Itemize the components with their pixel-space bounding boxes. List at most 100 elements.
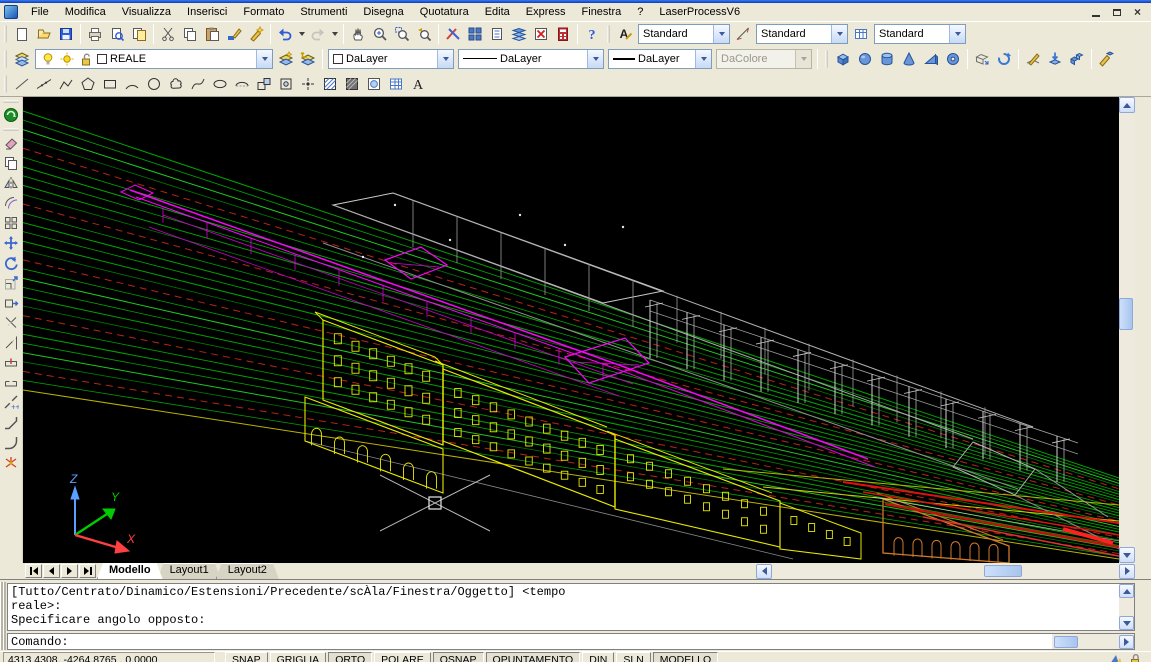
command-input-line[interactable]: Comando: [7, 633, 1135, 650]
design-center-button[interactable] [464, 23, 486, 45]
restore-button[interactable] [1109, 6, 1124, 19]
toolbar-grip[interactable] [3, 128, 19, 131]
ellipse-arc-button[interactable] [231, 73, 253, 95]
new-file-button[interactable] [11, 23, 33, 45]
dropdown-arrow-icon[interactable] [949, 25, 965, 43]
polyline-button[interactable] [55, 73, 77, 95]
publish-button[interactable] [128, 23, 150, 45]
redo-dropdown-button[interactable] [329, 23, 340, 45]
rectangle-button[interactable] [99, 73, 121, 95]
cone-button[interactable] [898, 48, 920, 70]
lock-icon[interactable] [1127, 652, 1143, 662]
zoom-realtime-button[interactable] [369, 23, 391, 45]
tab-modello[interactable]: Modello [97, 563, 163, 579]
dropdown-arrow-icon[interactable] [695, 50, 711, 68]
toggle-griglia[interactable]: GRIGLIA [270, 652, 327, 662]
menu-express[interactable]: Express [518, 4, 574, 20]
print-preview-button[interactable] [106, 23, 128, 45]
undo-button[interactable] [274, 23, 296, 45]
toggle-polare[interactable]: POLARE [374, 652, 431, 662]
arc-button[interactable] [121, 73, 143, 95]
text-style-combo[interactable]: Standard [638, 24, 730, 44]
3d-align-button[interactable] [1066, 48, 1088, 70]
redo-button[interactable] [307, 23, 329, 45]
menu-formato[interactable]: Formato [235, 4, 292, 20]
toolbar-grip[interactable] [4, 75, 7, 93]
trim-button[interactable] [1, 313, 22, 333]
minimize-button[interactable] [1088, 6, 1103, 19]
copy-object-button[interactable] [1, 153, 22, 173]
torus-button[interactable] [942, 48, 964, 70]
quick-calc-button[interactable] [552, 23, 574, 45]
sheet-set-manager-button[interactable] [508, 23, 530, 45]
scroll-up-button[interactable] [1119, 97, 1135, 113]
menu-disegna[interactable]: Disegna [355, 4, 411, 20]
move-button[interactable] [1, 233, 22, 253]
orbit-button[interactable] [1, 105, 22, 125]
zoom-window-button[interactable] [391, 23, 413, 45]
layers-button[interactable] [11, 48, 33, 70]
lineweight-combo[interactable]: DaLayer [608, 49, 712, 69]
tab-next-button[interactable] [61, 564, 78, 578]
tab-last-button[interactable] [79, 564, 96, 578]
command-scroll-down[interactable] [1119, 616, 1134, 630]
ellipse-button[interactable] [209, 73, 231, 95]
dropdown-arrow-icon[interactable] [256, 50, 272, 68]
command-history[interactable]: [Tutto/Centrato/Dinamico/Estensioni/Prec… [7, 583, 1135, 631]
chamfer-button[interactable] [1, 413, 22, 433]
command-vscrollbar[interactable] [1119, 584, 1134, 630]
offset-button[interactable] [1, 193, 22, 213]
toggle-orto[interactable]: ORTO [328, 652, 372, 662]
menu-visualizza[interactable]: Visualizza [114, 4, 179, 20]
horizontal-scrollbar[interactable] [756, 564, 1135, 579]
point-button[interactable] [297, 73, 319, 95]
scroll-right-button[interactable] [1119, 564, 1135, 579]
polysolid-button[interactable] [971, 48, 993, 70]
break-at-point-button[interactable] [1, 353, 22, 373]
linetype-combo[interactable]: DaLayer [458, 49, 604, 69]
text-style-button[interactable]: A [614, 23, 636, 45]
toolbar-grip[interactable] [825, 50, 828, 68]
revision-cloud-button[interactable] [165, 73, 187, 95]
menu-file[interactable]: File [23, 4, 57, 20]
slice-button[interactable] [1022, 48, 1044, 70]
multiline-text-button[interactable]: A [407, 73, 429, 95]
scroll-thumb[interactable] [1119, 298, 1133, 330]
layer-combo[interactable]: REALE [35, 49, 273, 69]
wedge-button[interactable] [920, 48, 942, 70]
3d-rotate-button[interactable] [993, 48, 1015, 70]
tab-layout1[interactable]: Layout1 [158, 563, 221, 579]
solid-edit-button[interactable] [1095, 48, 1117, 70]
command-hscrollbar[interactable] [1052, 634, 1134, 649]
table-style-button[interactable] [850, 23, 872, 45]
command-hscroll-thumb[interactable] [1054, 636, 1078, 648]
dropdown-arrow-icon[interactable] [437, 50, 453, 68]
mirror-button[interactable] [1, 173, 22, 193]
match-properties-button[interactable] [223, 23, 245, 45]
insert-block-button[interactable] [253, 73, 275, 95]
vertical-scrollbar[interactable] [1119, 97, 1135, 563]
print-button[interactable] [84, 23, 106, 45]
menu-strumenti[interactable]: Strumenti [292, 4, 355, 20]
polygon-button[interactable] [77, 73, 99, 95]
open-file-button[interactable] [33, 23, 55, 45]
annotation-scale-icon[interactable] [1108, 652, 1124, 662]
dim-style-combo[interactable]: Standard [756, 24, 848, 44]
break-button[interactable] [1, 373, 22, 393]
dim-style-button[interactable] [732, 23, 754, 45]
drawing-area[interactable]: ZYX [23, 97, 1135, 563]
construction-line-button[interactable] [33, 73, 55, 95]
table-button[interactable] [385, 73, 407, 95]
press-pull-button[interactable] [1044, 48, 1066, 70]
drawing-canvas[interactable]: ZYX [23, 97, 1119, 563]
markup-set-manager-button[interactable] [530, 23, 552, 45]
layer-previous-button[interactable] [297, 48, 319, 70]
layer-states-button[interactable] [275, 48, 297, 70]
scale-button[interactable] [1, 273, 22, 293]
scroll-left-button[interactable] [756, 564, 772, 579]
toggle-osnap[interactable]: OSNAP [433, 652, 484, 662]
toolbar-grip[interactable] [607, 25, 610, 43]
tab-layout2[interactable]: Layout2 [216, 563, 279, 579]
properties-button[interactable] [442, 23, 464, 45]
array-button[interactable] [1, 213, 22, 233]
